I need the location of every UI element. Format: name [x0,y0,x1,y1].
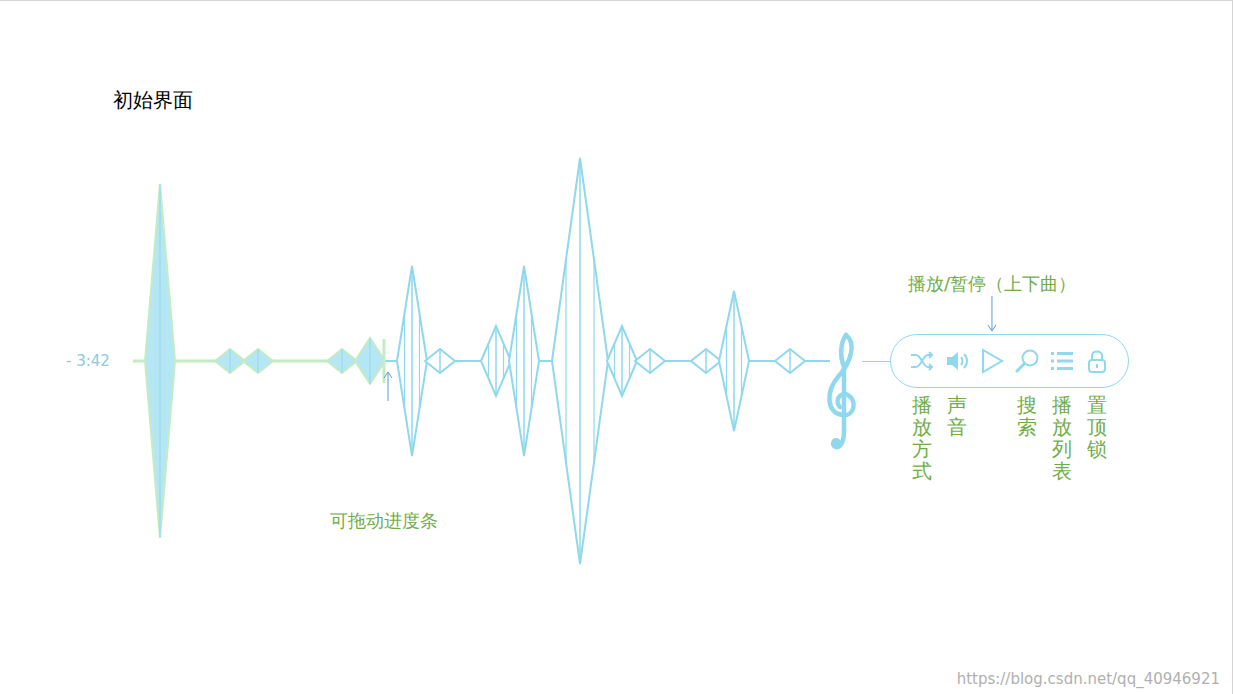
control-label: 置顶锁 [1087,394,1107,460]
control-label: 声音 [947,394,967,438]
arrow-up-icon [383,371,393,401]
play-icon[interactable] [979,348,1005,374]
speaker-icon[interactable] [944,348,970,374]
wave-peak [691,349,721,373]
wave-peak [243,349,273,373]
progress-annotation: 可拖动进度条 [330,371,438,533]
list-icon[interactable] [1049,348,1075,374]
wave-peak [425,349,455,373]
connector-line [862,361,890,362]
control-label: 播放列表 [1052,394,1072,482]
progress-note-text: 可拖动进度条 [330,509,438,533]
arrow-down-icon [987,296,997,332]
shuffle-icon[interactable] [909,348,935,374]
wave-peak [509,266,539,456]
page: 初始界面- 3:42可拖动进度条播放方式声音播放/暂停（上下曲）搜索播放列表置顶… [0,0,1233,694]
lock-control[interactable]: 置顶锁 [1084,348,1110,374]
watermark: https://blog.csdn.net/qq_40946921 [957,670,1220,688]
control-label: 搜索 [1017,394,1037,438]
waveform[interactable] [133,151,830,571]
control-label: 播放方式 [912,394,932,482]
wave-peak [719,291,749,431]
wave-peak [635,349,665,373]
play-control[interactable]: 播放/暂停（上下曲） [979,348,1005,374]
wave-peak [355,338,385,384]
player: - 3:42可拖动进度条播放方式声音播放/暂停（上下曲）搜索播放列表置顶锁 [0,151,1232,571]
wave-peak [145,184,175,538]
time-remaining: - 3:42 [66,352,133,370]
wave-peak [607,326,637,396]
wave-peak [215,349,245,373]
wave-peak [481,326,511,396]
treble-clef-icon [822,327,862,457]
wave-peak [327,349,357,373]
lock-icon[interactable] [1084,348,1110,374]
control-bar: 播放方式声音播放/暂停（上下曲） 搜索播放列表置顶锁 [890,334,1129,388]
list-control[interactable]: 播放列表 [1049,348,1075,374]
shuffle-control[interactable]: 播放方式 [909,348,935,374]
progress-bar[interactable]: 可拖动进度条 [133,151,830,571]
wave-peak [552,158,608,564]
play-note-text: 播放/暂停（上下曲） [908,272,1076,296]
volume-control[interactable]: 声音 [944,348,970,374]
search-control[interactable]: 搜索 [1014,348,1040,374]
magnifier-icon[interactable] [1014,348,1040,374]
wave-peak [775,349,805,373]
page-heading: 初始界面 [113,87,1232,113]
wave-peak [397,266,427,456]
play-annotation: 播放/暂停（上下曲） [908,272,1076,332]
